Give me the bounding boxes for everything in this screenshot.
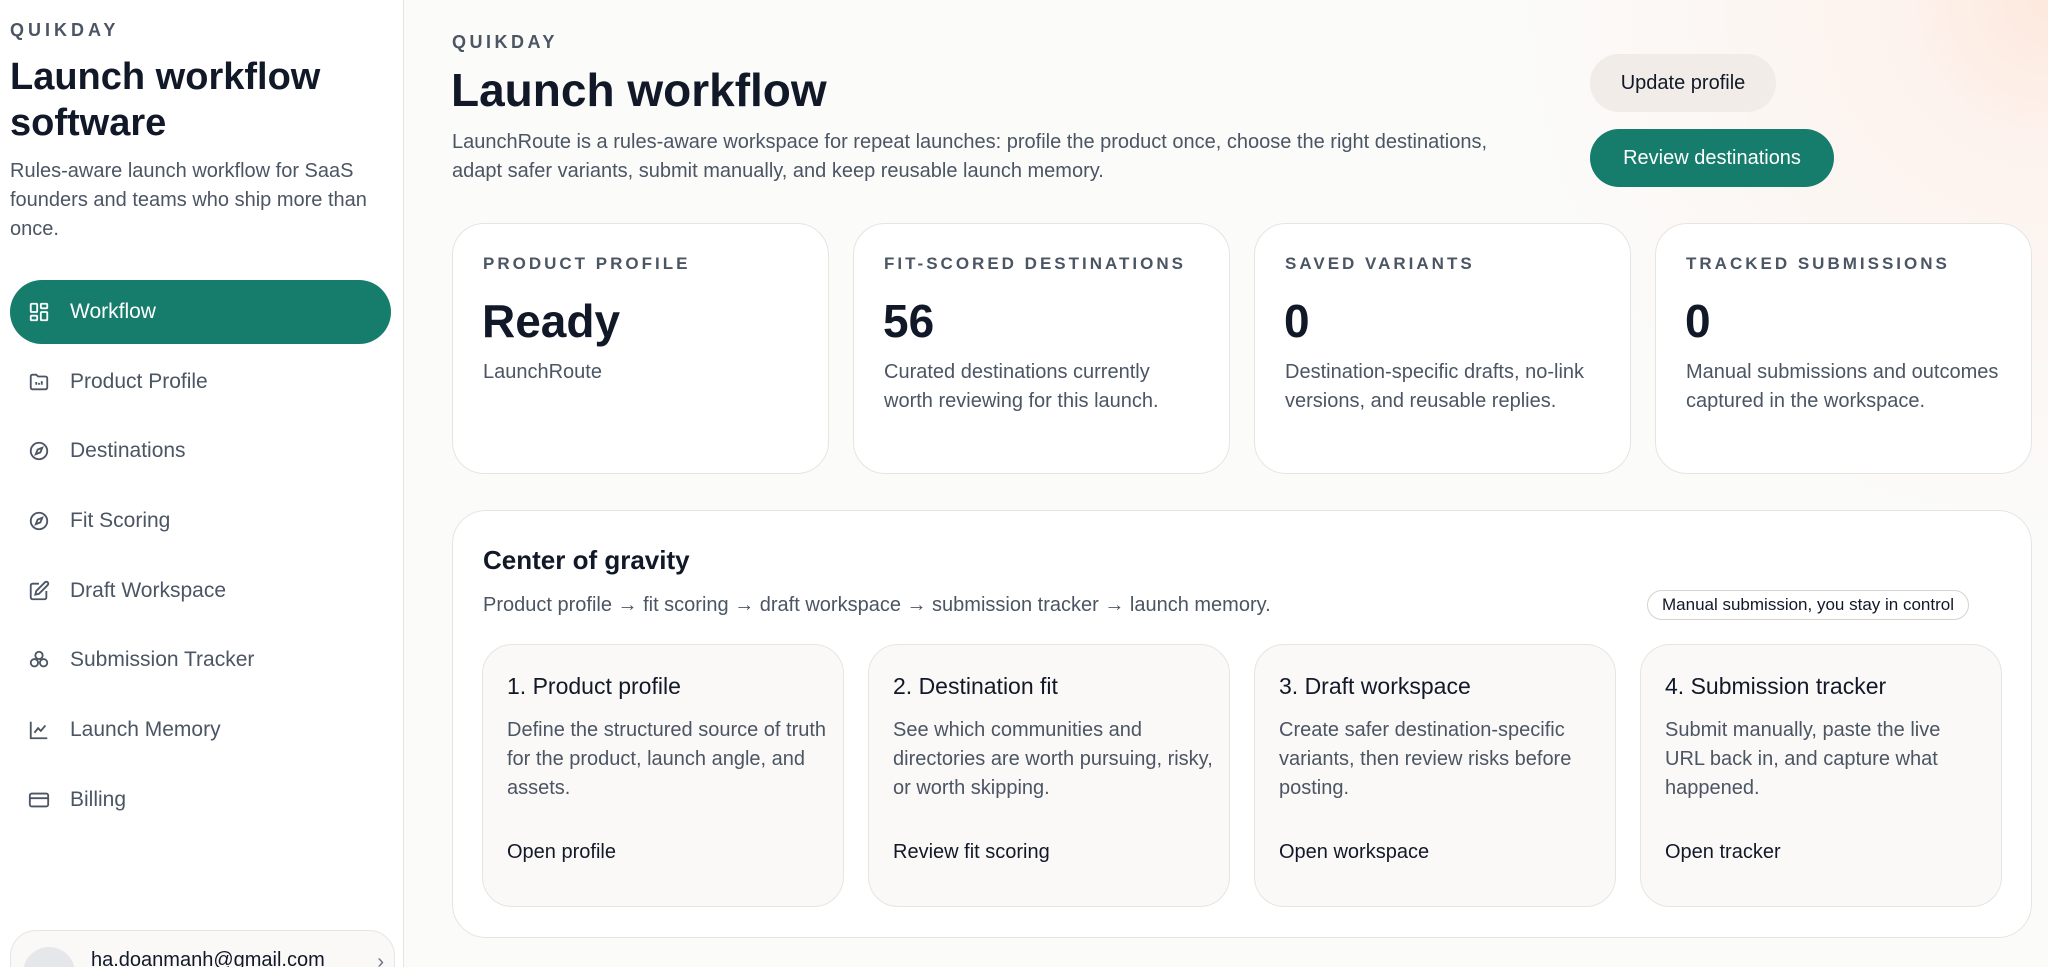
header-brand: QUIKDAY (452, 32, 558, 52)
stat-value: 0 (1685, 295, 1711, 347)
panel-title: Center of gravity (483, 545, 690, 575)
step-title: 3. Draft workspace (1279, 673, 1471, 699)
sidebar-title: Launch workflow software (10, 56, 321, 144)
sidebar-item-product-profile[interactable]: Product Profile (10, 350, 391, 414)
sidebar-item-label: Destinations (70, 439, 186, 463)
stat-card-fit-scored-destinations: FIT-SCORED DESTINATIONS 56 Curated desti… (853, 223, 1230, 474)
step-title: 4. Submission tracker (1665, 673, 1887, 699)
sidebar-item-label: Billing (70, 787, 127, 811)
sidebar-item-submission-tracker[interactable]: Submission Tracker (10, 628, 391, 692)
stat-description: Destination-specific drafts, no-link ver… (1285, 361, 1585, 412)
page-subtitle: LaunchRoute is a rules-aware workspace f… (452, 131, 1488, 182)
credit-card-icon (28, 792, 50, 808)
manual-submission-badge: Manual submission, you stay in control (1647, 590, 1969, 620)
step-card-submission-tracker: 4. Submission tracker Submit manually, p… (1640, 644, 2002, 907)
folder-icon (29, 373, 49, 390)
sidebar-item-label: Submission Tracker (70, 648, 255, 672)
stat-card-saved-variants: SAVED VARIANTS 0 Destination-specific dr… (1254, 223, 1631, 474)
open-tracker-link[interactable]: Open tracker (1665, 841, 1781, 864)
stat-label: SAVED VARIANTS (1285, 254, 1475, 273)
chart-line-icon (29, 721, 48, 740)
step-description: Define the structured source of truth fo… (507, 719, 827, 799)
panel-flow: Product profile → fit scoring → draft wo… (483, 594, 1271, 616)
open-workspace-link[interactable]: Open workspace (1279, 841, 1429, 864)
compass-icon (29, 442, 49, 461)
stat-description: LaunchRoute (483, 361, 602, 383)
sidebar-nav: Workflow Product Profile Destinations Fi… (10, 280, 391, 838)
sidebar-item-workflow[interactable]: Workflow (10, 280, 391, 344)
center-of-gravity-panel: Center of gravity Product profile → fit … (452, 510, 2032, 938)
step-title: 2. Destination fit (893, 673, 1058, 699)
open-profile-link[interactable]: Open profile (507, 841, 616, 864)
account-email: ha.doanmanh@gmail.com (91, 949, 325, 967)
step-description: See which communities and directories ar… (893, 719, 1213, 799)
step-card-destination-fit: 2. Destination fit See which communities… (868, 644, 1230, 907)
sidebar-item-fit-scoring[interactable]: Fit Scoring (10, 489, 391, 553)
main-content: QUIKDAY Launch workflow LaunchRoute is a… (404, 0, 2048, 967)
sidebar-item-label: Workflow (70, 300, 156, 323)
stat-card-tracked-submissions: TRACKED SUBMISSIONS 0 Manual submissions… (1655, 223, 2032, 474)
sidebar-item-label: Product Profile (70, 369, 208, 393)
review-destinations-button[interactable]: Review destinations (1590, 129, 1834, 187)
stat-value: 56 (883, 295, 935, 347)
sidebar-brand: QUIKDAY (10, 20, 120, 40)
stat-value: 0 (1284, 295, 1310, 347)
sidebar-item-label: Draft Workspace (70, 578, 226, 602)
sidebar-item-label: Launch Memory (70, 718, 221, 742)
page-title: Launch workflow (451, 64, 827, 116)
stat-value: Ready (482, 295, 621, 347)
sidebar-item-destinations[interactable]: Destinations (10, 419, 391, 483)
sidebar-item-billing[interactable]: Billing (10, 768, 391, 832)
step-card-product-profile: 1. Product profile Define the structured… (482, 644, 844, 907)
stat-label: FIT-SCORED DESTINATIONS (884, 254, 1186, 273)
update-profile-button[interactable]: Update profile (1590, 54, 1776, 112)
step-title: 1. Product profile (507, 673, 681, 699)
sidebar-item-draft-workspace[interactable]: Draft Workspace (10, 559, 391, 623)
edit-icon (29, 580, 50, 600)
dashboard-icon (29, 302, 49, 322)
step-card-draft-workspace: 3. Draft workspace Create safer destinat… (1254, 644, 1616, 907)
account-menu[interactable]: ha.doanmanh@gmail.com › (10, 930, 395, 967)
sidebar: QUIKDAY Launch workflow software Rules-a… (0, 0, 404, 967)
stat-description: Curated destinations currently worth rev… (884, 361, 1159, 412)
compass-icon (29, 511, 49, 531)
sidebar-item-label: Fit Scoring (70, 509, 171, 533)
stat-label: PRODUCT PROFILE (483, 254, 691, 273)
stat-label: TRACKED SUBMISSIONS (1686, 254, 1950, 273)
step-description: Create safer destination-specific varian… (1279, 719, 1572, 799)
sidebar-item-launch-memory[interactable]: Launch Memory (10, 698, 391, 762)
boxes-icon (29, 651, 49, 668)
chevron-right-icon: › (377, 951, 384, 967)
stat-description: Manual submissions and outcomes captured… (1686, 361, 1999, 412)
step-description: Submit manually, paste the live URL back… (1665, 719, 1941, 799)
review-fit-scoring-link[interactable]: Review fit scoring (893, 841, 1050, 864)
stat-card-product-profile: PRODUCT PROFILE Ready LaunchRoute (452, 223, 829, 474)
sidebar-description: Rules-aware launch workflow for SaaS fou… (10, 160, 367, 240)
avatar (23, 947, 75, 967)
